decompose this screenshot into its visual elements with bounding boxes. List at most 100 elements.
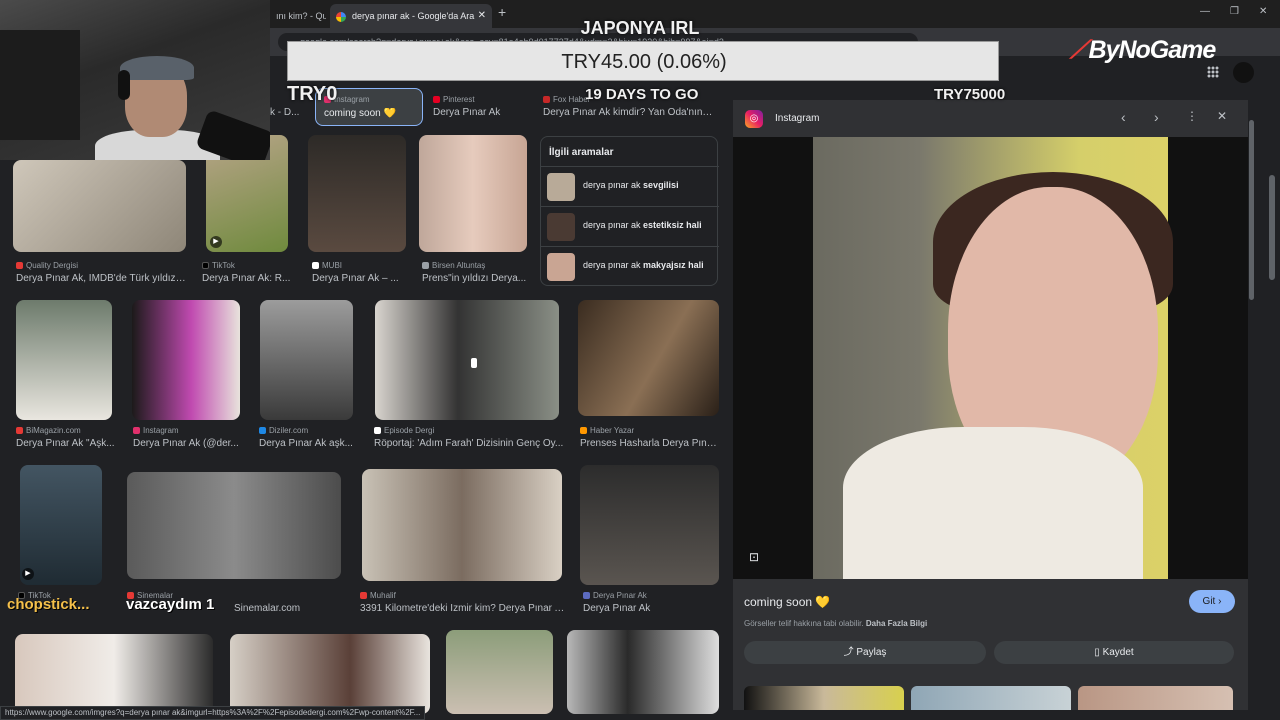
result-caption[interactable]: Röportaj: 'Adım Farah' Dizisinin Genç Oy… (374, 438, 564, 449)
result-caption[interactable]: Derya Pınar Ak (@der... (133, 438, 243, 449)
chat-message: vazcaydım 1 (126, 596, 215, 613)
mouse-cursor-icon (471, 358, 477, 368)
site-icon (422, 262, 429, 269)
preview-image[interactable] (733, 137, 1248, 579)
instagram-icon: ◎ (745, 110, 763, 128)
result-caption[interactable]: Derya Pınar Ak kimdir? Yan Oda'nın Ş... (543, 107, 715, 118)
goal-amount: TRY45.00 (0.06%) (561, 51, 727, 73)
donation-goal-bar: TRY45.00 (0.06%) (287, 41, 999, 81)
result-image[interactable] (567, 630, 719, 714)
account-avatar[interactable] (1233, 62, 1254, 83)
next-icon[interactable]: › (1154, 109, 1159, 125)
result-source: MUBI (312, 261, 342, 270)
preview-title[interactable]: coming soon 💛 (744, 595, 830, 609)
result-source: Diziler.com (259, 426, 308, 435)
pinterest-icon (433, 96, 440, 103)
result-source: Episode Dergi (374, 426, 434, 435)
site-icon (580, 427, 587, 434)
result-source: Pinterest (433, 95, 475, 104)
related-thumb (547, 253, 575, 281)
result-image[interactable] (578, 300, 719, 416)
share-icon: ⤴ (843, 647, 857, 658)
panel-scrollbar[interactable] (1249, 120, 1254, 300)
learn-more-link[interactable]: Daha Fazla Bilgi (866, 619, 927, 628)
related-item[interactable]: derya pınar ak sevgilisi (541, 166, 719, 206)
result-image[interactable] (375, 300, 559, 420)
result-image[interactable] (230, 634, 430, 714)
tab-inactive[interactable]: ını kim? - Qu (270, 4, 326, 28)
result-source: Fox Haber (543, 95, 590, 104)
site-icon (16, 262, 23, 269)
result-caption[interactable]: Sinemalar.com (234, 603, 344, 614)
chat-username: chopstick... (7, 596, 90, 613)
result-caption[interactable]: k - D... (270, 107, 310, 118)
goal-min: TRY0 (287, 83, 338, 105)
google-favicon-icon (336, 11, 346, 22)
result-image[interactable] (13, 160, 186, 252)
related-label: derya pınar ak makyajsız hali (583, 260, 704, 270)
lens-search-icon[interactable]: ⊡ (749, 550, 759, 564)
mubi-icon (312, 262, 319, 269)
new-tab-button[interactable]: + (498, 4, 506, 20)
video-icon: ▶ (210, 236, 222, 248)
related-thumb (547, 213, 575, 241)
tab-close-icon[interactable]: ✕ (478, 4, 486, 28)
page-scrollbar[interactable] (1269, 175, 1275, 280)
status-bar-url: https://www.google.com/imgres?q=derya pı… (0, 706, 425, 720)
result-caption[interactable]: Derya Pınar Ak – ... (312, 273, 407, 284)
apps-grid-icon[interactable] (1207, 66, 1219, 78)
fox-icon (543, 96, 550, 103)
close-icon[interactable]: ✕ (1217, 109, 1227, 123)
site-icon (374, 427, 381, 434)
flame-icon: ⟋ (1070, 36, 1087, 64)
site-icon (360, 592, 367, 599)
related-thumb (547, 173, 575, 201)
result-image[interactable] (580, 465, 719, 585)
share-button[interactable]: ⤴ Paylaş (744, 641, 986, 664)
result-caption[interactable]: Derya Pınar Ak: R... (202, 273, 297, 284)
result-image[interactable] (132, 300, 240, 420)
result-caption[interactable]: Derya Pınar Ak aşk... (259, 438, 359, 449)
save-button[interactable]: ▯ Kaydet (994, 641, 1234, 664)
result-source: Derya Pınar Ak (583, 591, 647, 600)
result-image[interactable] (127, 472, 341, 579)
result-caption[interactable]: Prenses Hasharla Derya Pına... (580, 438, 720, 449)
related-thumb[interactable] (911, 686, 1071, 710)
result-source: Quality Dergisi (16, 261, 78, 270)
more-options-icon[interactable]: ⋮ (1186, 109, 1198, 123)
result-caption[interactable]: 3391 Kilometre'deki İzmir kim? Derya Pın… (360, 603, 565, 614)
goal-days: 19 DAYS TO GO (585, 86, 699, 103)
previous-icon[interactable]: ‹ (1121, 109, 1126, 125)
panel-source[interactable]: Instagram (775, 113, 819, 124)
bynogame-logo: ⟋ByNoGame (1070, 36, 1216, 64)
result-image[interactable] (15, 634, 213, 714)
result-caption[interactable]: Derya Pınar Ak (583, 603, 718, 614)
result-image[interactable] (260, 300, 353, 420)
site-icon (583, 592, 590, 599)
tab-active[interactable]: derya pınar ak - Google'da Ara ✕ (330, 4, 492, 28)
webcam-overlay (0, 0, 270, 160)
result-image[interactable]: ▶ (20, 465, 102, 585)
result-image[interactable] (419, 135, 527, 252)
result-caption[interactable]: Prens"in yıldızı Derya... (422, 273, 527, 284)
close-window-icon[interactable]: ✕ (1259, 6, 1267, 17)
result-source: Instagram (133, 426, 179, 435)
goal-max: TRY75000 (934, 86, 1006, 103)
result-caption[interactable]: Derya Pınar Ak, IMDB'de Türk yıldızl... (16, 273, 186, 284)
result-caption[interactable]: Derya Pınar Ak "Aşk... (16, 438, 116, 449)
related-thumb[interactable] (744, 686, 904, 710)
related-thumb[interactable] (1078, 686, 1233, 710)
result-source: Haber Yazar (580, 426, 634, 435)
visit-button[interactable]: Git › (1189, 590, 1235, 613)
result-caption[interactable]: Derya Pınar Ak (433, 107, 533, 118)
image-preview-panel: ◎ Instagram ‹ › ⋮ ✕ ⊡ coming soon 💛 Git … (733, 100, 1248, 710)
site-icon (259, 427, 266, 434)
restore-icon[interactable]: ❐ (1230, 6, 1239, 17)
related-item[interactable]: derya pınar ak makyajsız hali (541, 246, 719, 286)
result-image[interactable] (308, 135, 406, 252)
result-image[interactable] (16, 300, 112, 420)
result-image[interactable] (362, 469, 562, 581)
related-item[interactable]: derya pınar ak estetiksiz hali (541, 206, 719, 246)
minimize-icon[interactable]: — (1200, 6, 1210, 17)
result-image[interactable] (446, 630, 553, 714)
